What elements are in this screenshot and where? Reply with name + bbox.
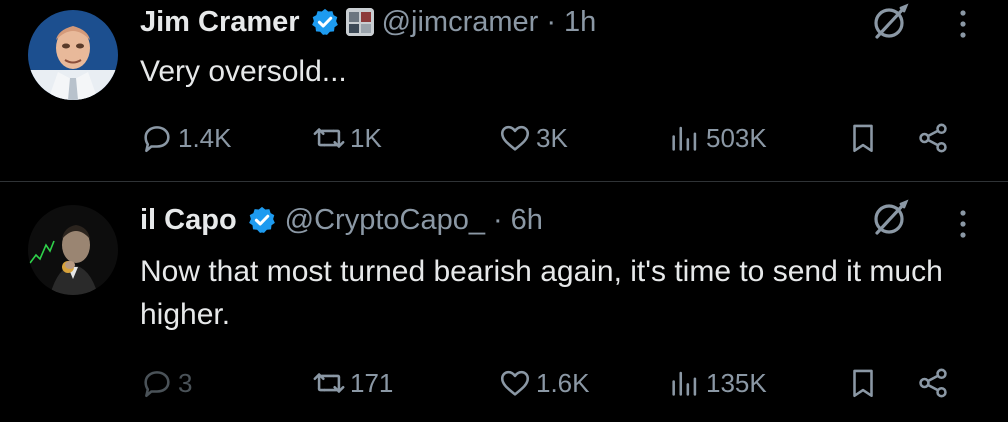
views-button[interactable]: 135K	[668, 363, 767, 403]
bookmark-icon	[853, 369, 873, 398]
reply-button[interactable]: 3	[140, 363, 192, 403]
timestamp[interactable]: 6h	[511, 204, 543, 237]
verified-badge-icon	[248, 206, 275, 233]
tweet-text: Now that most turned bearish again, it's…	[140, 255, 943, 331]
action-bar: 3 171 1.6K 135K	[140, 363, 970, 403]
tweet-header: il Capo @CryptoCapo_ · 6h	[140, 200, 543, 240]
retweet-count: 171	[350, 367, 394, 398]
views-chart-icon	[672, 371, 697, 396]
views-count: 135K	[706, 367, 767, 398]
display-name[interactable]: il Capo	[140, 204, 237, 237]
heart-icon	[500, 370, 530, 396]
retweet-button[interactable]: 171	[312, 363, 393, 403]
reply-icon	[144, 371, 170, 398]
handle[interactable]: @CryptoCapo_	[285, 204, 485, 237]
tweet[interactable]: il Capo @CryptoCapo_ · 6h Now that most …	[0, 0, 1008, 422]
like-count: 1.6K	[536, 367, 590, 398]
avatar[interactable]	[28, 205, 118, 295]
like-button[interactable]: 1.6K	[498, 363, 590, 403]
reply-count: 3	[178, 367, 193, 398]
share-icon	[919, 368, 947, 398]
bookmark-button[interactable]	[846, 363, 880, 403]
grok-icon[interactable]	[868, 196, 912, 240]
avatar-photo-icon	[28, 205, 118, 295]
more-options-icon[interactable]	[953, 204, 973, 244]
separator-dot: ·	[492, 203, 503, 236]
share-button[interactable]	[916, 363, 950, 403]
retweet-icon	[313, 373, 345, 393]
